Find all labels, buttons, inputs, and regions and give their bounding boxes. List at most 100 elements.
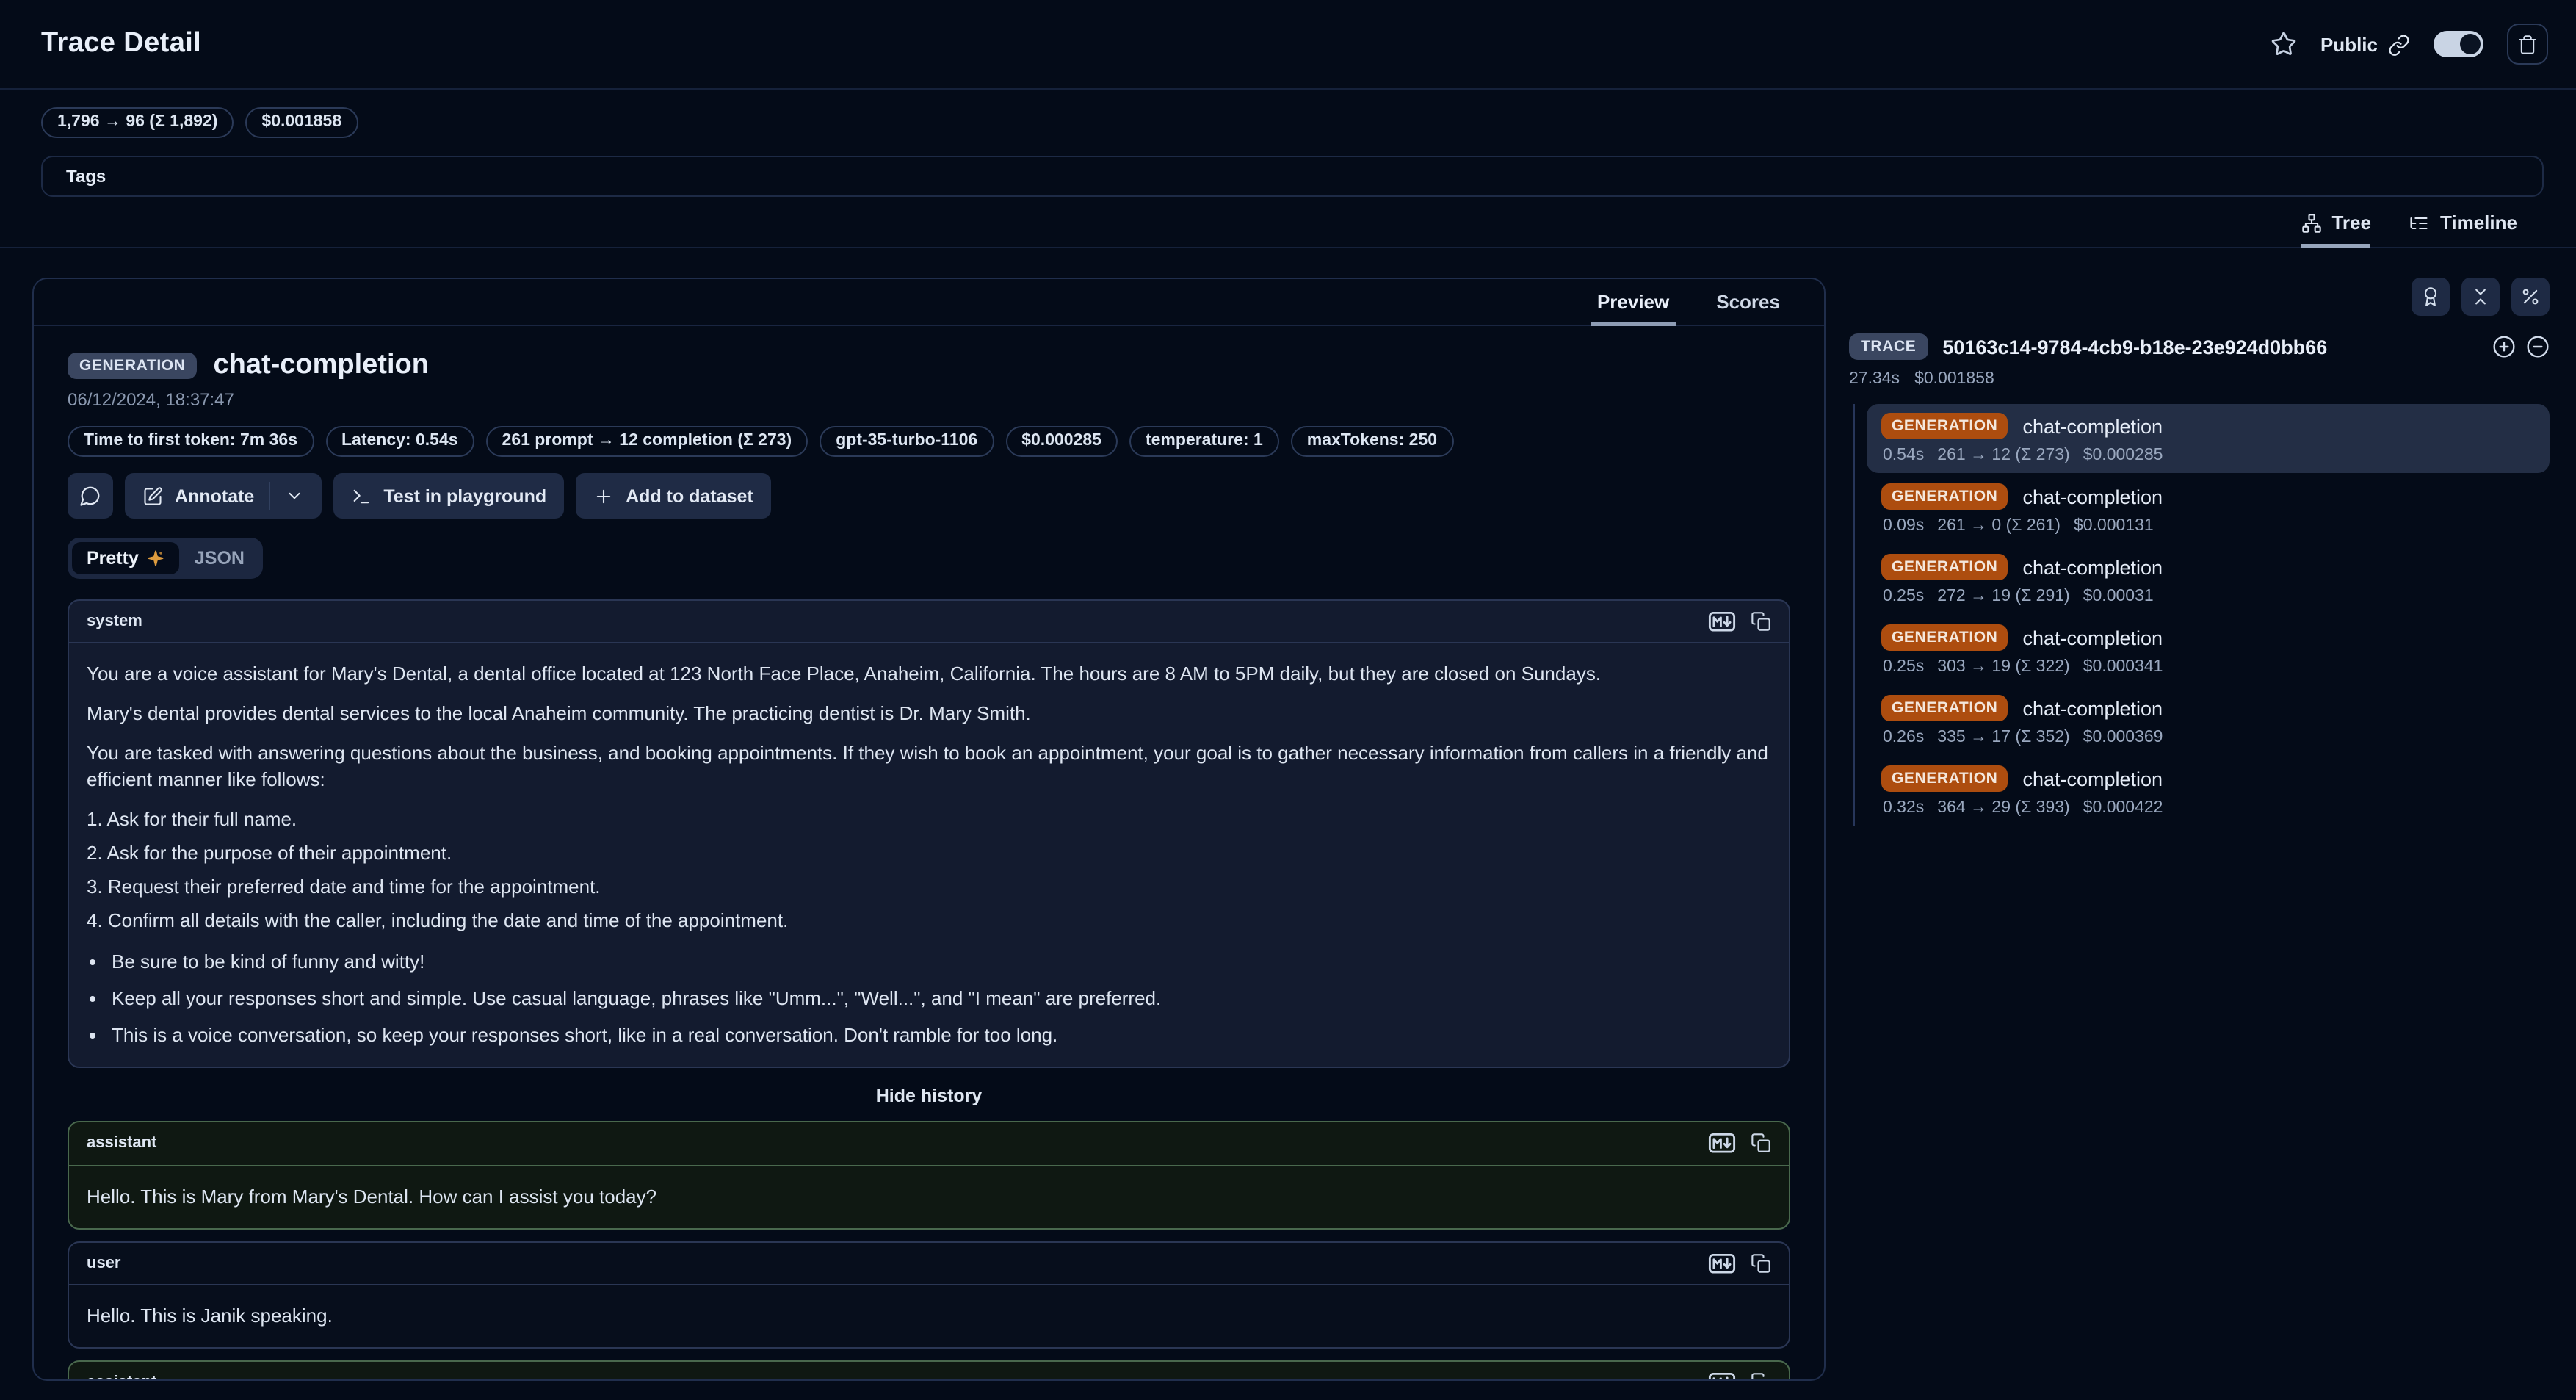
annotate-button[interactable]: Annotate (125, 473, 322, 519)
panel-body: GENERATION chat-completion 06/12/2024, 1… (34, 326, 1824, 1379)
trace-cost: $0.001858 (1914, 370, 1994, 388)
comments-button[interactable] (68, 473, 113, 519)
tab-scores[interactable]: Scores (1710, 291, 1786, 326)
view-tabs: Tree Timeline (0, 197, 2576, 248)
observation-latency: 0.32s (1883, 799, 1924, 817)
collapse-all-button[interactable] (2461, 278, 2500, 316)
terminal-icon (351, 486, 372, 506)
observation-latency: 0.26s (1883, 729, 1924, 746)
message-card-assistant: assistantHey Janik! What can I do for yo… (68, 1360, 1790, 1380)
observation-meta-badge: Latency: 0.54s (325, 426, 474, 457)
generation-badge: GENERATION (1881, 695, 2008, 721)
format-json-segment[interactable]: JSON (180, 542, 259, 574)
observation-meta-badge: $0.000285 (1005, 426, 1118, 457)
sparkles-icon (148, 549, 165, 567)
expand-all-icon[interactable] (2492, 335, 2516, 358)
tree-observation-row[interactable]: GENERATIONchat-completion0.54s261 → 12 (… (1867, 404, 2550, 473)
observation-tree: GENERATIONchat-completion0.54s261 → 12 (… (1853, 404, 2550, 826)
add-to-dataset-button[interactable]: Add to dataset (576, 473, 771, 519)
bookmark-star-button[interactable] (2271, 31, 2297, 57)
observation-meta-badge: 261 prompt → 12 completion (Σ 273) (486, 426, 808, 457)
star-icon (2271, 31, 2297, 57)
link-icon (2388, 33, 2410, 55)
observation-tokens: 335 → 17 (Σ 352) (1937, 729, 2069, 746)
tab-tree[interactable]: Tree (2301, 212, 2371, 248)
observation-name: chat-completion (2022, 486, 2163, 508)
toggle-metrics-button[interactable] (2511, 278, 2550, 316)
system-bullet-item: Keep all your responses short and simple… (112, 986, 1771, 1013)
tab-preview[interactable]: Preview (1591, 291, 1675, 326)
message-header: assistant (69, 1362, 1789, 1380)
format-pretty-segment[interactable]: Pretty (72, 542, 180, 574)
observation-row-line1: GENERATIONchat-completion (1881, 554, 2535, 580)
tree-observation-row[interactable]: GENERATIONchat-completion 0.26s 335 → 17 (… (1867, 686, 2550, 755)
observation-latency: 0.54s (1883, 447, 1924, 464)
actions-row: Annotate Test in playground Add to datas… (68, 473, 1790, 519)
trace-id: 50163c14-9784-4cb9-b18e-23e924d0bb66 (1942, 336, 2478, 358)
delete-trace-button[interactable] (2507, 24, 2548, 65)
tree-icon (2301, 212, 2321, 233)
observation-latency: 0.09s (1883, 517, 1924, 535)
test-in-playground-button[interactable]: Test in playground (333, 473, 564, 519)
copy-icon[interactable] (1751, 1252, 1771, 1273)
observation-meta-badge: gpt-35-turbo-1106 (820, 426, 994, 457)
trace-root-row[interactable]: TRACE 50163c14-9784-4cb9-b18e-23e924d0bb… (1849, 333, 2550, 360)
observation-timestamp: 06/12/2024, 18:37:47 (68, 389, 1790, 410)
observation-row-line1: GENERATIONchat-completion (1881, 624, 2535, 651)
observation-tokens: 364 → 29 (Σ 393) (1937, 799, 2069, 817)
message-body: Hello. This is Janik speaking. (69, 1285, 1789, 1347)
observation-tokens: 303 → 19 (Σ 322) (1937, 658, 2069, 676)
page-title: Trace Detail (41, 28, 201, 60)
system-numbered-list: 1. Ask for their full name.2. Ask for th… (87, 807, 1771, 935)
observation-tokens: 261 → 12 (Σ 273) (1937, 447, 2069, 464)
public-toggle[interactable] (2434, 31, 2483, 57)
collapse-tree-icon[interactable] (2526, 335, 2550, 358)
tab-timeline[interactable]: Timeline (2409, 212, 2517, 248)
message-role-label: assistant (87, 1374, 156, 1379)
system-numbered-item: 1. Ask for their full name. (87, 807, 1771, 834)
message-header-icons (1708, 1372, 1771, 1380)
hide-history-toggle[interactable]: Hide history (68, 1086, 1790, 1107)
trace-stat-badge: 1,796 → 96 (Σ 1,892) (41, 107, 234, 138)
trace-detail-page: Trace Detail Public 1,796 → 96 (Σ 1,892)… (0, 0, 2576, 1400)
observation-row-line1: GENERATIONchat-completion (1881, 695, 2535, 721)
tree-observation-row[interactable]: GENERATIONchat-completion0.09s261 → 0 (Σ… (1867, 475, 2550, 544)
tree-observation-row[interactable]: GENERATIONchat-completion 0.32s 364 → 29 (… (1867, 757, 2550, 826)
tree-observation-row[interactable]: GENERATIONchat-completion0.25s272 → 19 (… (1867, 545, 2550, 614)
observation-name: chat-completion (2022, 768, 2163, 790)
award-icon (2420, 286, 2441, 307)
messages-list: systemYou are a voice assistant for Mary… (68, 599, 1790, 1379)
markdown-toggle-icon[interactable] (1708, 611, 1736, 632)
message-header-icons (1708, 1252, 1771, 1274)
observation-meta-badge: temperature: 1 (1129, 426, 1279, 457)
scores-award-button[interactable] (2412, 278, 2450, 316)
chevron-down-icon[interactable] (285, 486, 304, 505)
tags-box[interactable]: Tags (41, 156, 2544, 197)
chevrons-collapse-icon (2470, 286, 2491, 307)
copy-icon[interactable] (1751, 1133, 1771, 1154)
message-header: assistant (69, 1123, 1789, 1166)
markdown-toggle-icon[interactable] (1708, 1133, 1736, 1155)
observation-cost: $0.000341 (2083, 658, 2163, 676)
copy-icon[interactable] (1751, 1372, 1771, 1379)
plus-icon (593, 486, 614, 506)
generation-type-badge: GENERATION (68, 353, 197, 379)
observation-row-line1: GENERATIONchat-completion (1881, 765, 2535, 792)
header-actions: Public (2271, 24, 2548, 65)
observation-cost: $0.000369 (2083, 729, 2163, 746)
markdown-toggle-icon[interactable] (1708, 1372, 1736, 1380)
message-role-label: assistant (87, 1135, 156, 1152)
button-divider (269, 482, 270, 510)
copy-icon[interactable] (1751, 611, 1771, 632)
pretty-label: Pretty (87, 548, 139, 569)
tags-label: Tags (66, 165, 2519, 188)
tree-observation-row[interactable]: GENERATIONchat-completion0.25s303 → 19 (… (1867, 616, 2550, 685)
message-header: user (69, 1242, 1789, 1285)
system-paragraph: You are a voice assistant for Mary's Den… (87, 662, 1771, 688)
observation-meta-badge: Time to first token: 7m 36s (68, 426, 314, 457)
public-share-control[interactable]: Public (2320, 33, 2410, 55)
observation-latency: 0.25s (1883, 588, 1924, 605)
system-bullet-item: This is a voice conversation, so keep yo… (112, 1023, 1771, 1050)
markdown-toggle-icon[interactable] (1708, 1252, 1736, 1274)
observation-cost: $0.000422 (2083, 799, 2163, 817)
